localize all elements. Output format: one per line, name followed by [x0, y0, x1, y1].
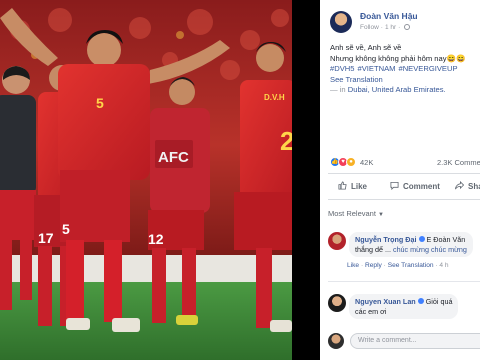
hashtags: #DVH5 #VIETNAM #NEVERGIVEUP — [330, 64, 480, 75]
divider — [328, 281, 480, 282]
commenter-name[interactable]: Nguyễn Trọng Đại — [355, 235, 417, 244]
svg-text:AFC: AFC — [158, 149, 189, 166]
write-comment-input[interactable]: Write a comment... — [350, 333, 480, 349]
comment-icon — [390, 181, 399, 190]
comment-time[interactable]: 4 h — [439, 262, 448, 269]
author-avatar[interactable] — [330, 11, 352, 33]
location-link[interactable]: Dubai, United Arab Emirates. — [348, 85, 446, 94]
svg-text:2: 2 — [280, 126, 292, 156]
post-time[interactable]: 1 hr — [385, 24, 396, 31]
viewer-avatar — [328, 333, 344, 349]
write-comment-row: Write a comment... — [328, 333, 480, 351]
comment-text: E Đoàn Văn — [426, 235, 466, 244]
comment-label: Comment — [403, 182, 440, 191]
verified-icon — [418, 236, 425, 242]
comment-text-2: thắng dể ... — [355, 244, 391, 254]
post-line-2: Nhưng không không phải hôm nay😄😄 — [330, 53, 466, 63]
like-label: Like — [351, 182, 368, 191]
divider — [328, 173, 480, 174]
comment-text: Giỏi quá — [425, 297, 453, 306]
thumbs-up-icon — [338, 181, 347, 190]
share-icon — [455, 181, 464, 190]
comment-text-2: các em ơi — [355, 306, 387, 316]
reaction-summary[interactable]: 👍 ♥ ● 42K 2.3K Comments — [330, 157, 480, 169]
comment-like-link[interactable]: Like — [347, 262, 359, 269]
reaction-count[interactable]: 42K — [360, 158, 373, 167]
post-meta: Follow · 1 hr · — [360, 24, 411, 31]
commenter-avatar[interactable] — [328, 232, 346, 250]
comment-reply-link[interactable]: Reply — [365, 262, 382, 269]
hashtag-dvh5[interactable]: #DVH5 — [330, 64, 354, 73]
comment-sort-dropdown[interactable]: Most Relevant ▼ — [328, 209, 384, 218]
comment-bubble: Nguyen Xuan Lan Giỏi quá các em ơi — [349, 294, 459, 319]
share-button[interactable]: Share — [455, 181, 480, 191]
svg-text:5: 5 — [62, 221, 70, 237]
share-label: Share — [468, 182, 480, 191]
comment-count[interactable]: 2.3K Comments — [437, 158, 480, 167]
wow-icon: ● — [346, 157, 356, 167]
svg-text:12: 12 — [148, 231, 164, 247]
post-actions: Like Comment Share — [320, 177, 480, 197]
svg-text:5: 5 — [96, 95, 104, 111]
svg-text:D.V.H: D.V.H — [264, 93, 285, 102]
location-prefix: — in — [330, 85, 346, 94]
svg-text:17: 17 — [38, 230, 54, 246]
comment-bubble: Nguyễn Trọng Đại E Đoàn Văn thắng dể ... … — [349, 232, 473, 257]
comment-button[interactable]: Comment — [390, 181, 440, 191]
post-location: — in Dubai, United Arab Emirates. — [330, 85, 480, 96]
verified-icon — [417, 298, 424, 304]
post-body: Anh sẽ về, Anh sẽ về Nhưng không không p… — [330, 43, 480, 96]
see-translation-link[interactable]: See Translation — [330, 75, 480, 86]
like-button[interactable]: Like — [338, 181, 367, 191]
post-line-1: Anh sẽ về, Anh sẽ về — [330, 43, 402, 52]
celebration-photo: 17 AFC 12 D.V.H 2 5 5 — [0, 0, 292, 360]
divider — [328, 199, 480, 200]
comment-translation-link[interactable]: See Translation — [388, 262, 434, 269]
commenter-name[interactable]: Nguyen Xuan Lan — [355, 297, 416, 306]
globe-icon — [404, 24, 411, 30]
author-name[interactable]: Đoàn Văn Hậu — [360, 11, 418, 21]
post-photo[interactable]: 17 AFC 12 D.V.H 2 5 5 — [0, 0, 292, 360]
post-sidebar: Đoàn Văn Hậu Follow · 1 hr · Anh sẽ về, Anh… — [320, 0, 480, 360]
post-header: Đoàn Văn Hậu Follow · 1 hr · — [320, 0, 480, 38]
sort-label: Most Relevant — [328, 209, 376, 218]
follow-link[interactable]: Follow — [360, 24, 379, 31]
comment-actions: Like · Reply · See Translation · 4 h — [347, 262, 449, 269]
screen: 17 AFC 12 D.V.H 2 5 5 Đoàn Văn Hậu Follo… — [0, 0, 480, 360]
hashtag-vietnam[interactable]: #VIETNAM — [357, 64, 395, 73]
comment-link[interactable]: chúc mừng chúc mừng — [393, 245, 467, 254]
chevron-down-icon: ▼ — [377, 212, 384, 218]
hashtag-nevergiveup[interactable]: #NEVERGIVEUP — [398, 64, 457, 73]
commenter-avatar[interactable] — [328, 294, 346, 312]
